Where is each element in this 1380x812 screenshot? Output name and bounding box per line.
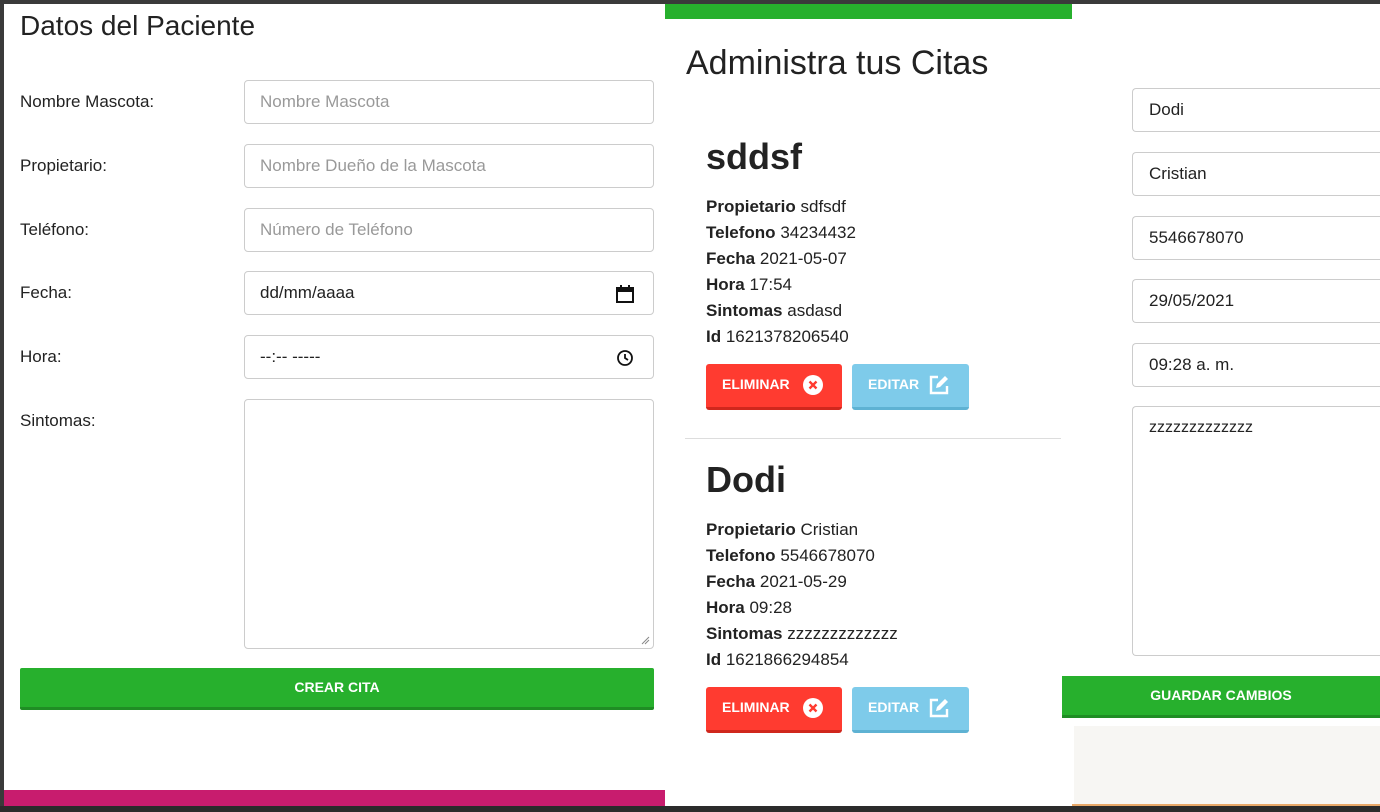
appointment-card: Dodi Propietario Cristian Telefono 55466… bbox=[706, 455, 1046, 733]
date-input[interactable]: dd/mm/aaaa bbox=[244, 271, 654, 315]
pet-name-label: Nombre Mascota: bbox=[20, 92, 155, 111]
appointment-id: Id 1621378206540 bbox=[706, 327, 849, 346]
owner-row: Propietario: Nombre Dueño de la Mascota bbox=[20, 144, 654, 188]
calendar-icon[interactable] bbox=[615, 284, 635, 304]
appointment-date: Fecha 2021-05-07 bbox=[706, 249, 847, 268]
edit-owner-input[interactable]: Cristian bbox=[1132, 152, 1380, 196]
phone-row: Teléfono: Número de Teléfono bbox=[20, 208, 654, 252]
close-circle-icon bbox=[803, 375, 823, 395]
edit-icon bbox=[929, 375, 949, 395]
pink-footer-bar bbox=[4, 790, 665, 806]
edit-button[interactable]: EDITAR bbox=[852, 687, 969, 733]
edit-pet-name-input[interactable]: Dodi bbox=[1132, 88, 1380, 132]
appointment-owner: Propietario sdfsdf bbox=[706, 197, 846, 216]
edit-icon bbox=[929, 698, 949, 718]
symptoms-textarea[interactable] bbox=[244, 399, 654, 649]
appointments-title: Administra tus Citas bbox=[686, 44, 989, 82]
appointment-date: Fecha 2021-05-29 bbox=[706, 572, 847, 591]
resize-grip-icon[interactable] bbox=[640, 635, 650, 645]
edit-symptoms-textarea[interactable]: zzzzzzzzzzzzz bbox=[1132, 406, 1380, 656]
appointment-symptoms: Sintomas zzzzzzzzzzzzz bbox=[706, 624, 898, 643]
appointment-phone: Telefono 34234432 bbox=[706, 223, 856, 242]
appointments-panel: Administra tus Citas sddsf Propietario s… bbox=[665, 4, 1072, 806]
edit-phone-input[interactable]: 5546678070 bbox=[1132, 216, 1380, 260]
appointment-card: sddsf Propietario sdfsdf Telefono 342344… bbox=[706, 132, 1046, 410]
delete-button-label: ELIMINAR bbox=[722, 699, 790, 715]
close-circle-icon bbox=[803, 698, 823, 718]
appointment-symptoms: Sintomas asdasd bbox=[706, 301, 843, 320]
time-input-value: --:-- ----- bbox=[260, 347, 321, 366]
appointment-phone: Telefono 5546678070 bbox=[706, 546, 875, 565]
edit-button[interactable]: EDITAR bbox=[852, 364, 969, 410]
time-input[interactable]: --:-- ----- bbox=[244, 335, 654, 379]
appointment-id: Id 1621866294854 bbox=[706, 650, 849, 669]
symptoms-row: Sintomas: bbox=[20, 399, 654, 649]
owner-input[interactable]: Nombre Dueño de la Mascota bbox=[244, 144, 654, 188]
appointment-time: Hora 09:28 bbox=[706, 598, 793, 617]
form-title: Datos del Paciente bbox=[20, 10, 256, 41]
save-changes-button[interactable]: GUARDAR CAMBIOS bbox=[1062, 676, 1380, 718]
owner-label: Propietario: bbox=[20, 156, 107, 175]
appointment-pet-name: Dodi bbox=[706, 459, 786, 500]
date-row: Fecha: dd/mm/aaaa bbox=[20, 271, 654, 315]
clock-icon[interactable] bbox=[615, 348, 635, 368]
edit-date-input[interactable]: 29/05/2021 bbox=[1132, 279, 1380, 323]
patient-form-panel: Datos del Paciente Nombre Mascota: Nombr… bbox=[4, 4, 665, 790]
background-area bbox=[1074, 726, 1380, 806]
delete-button-label: ELIMINAR bbox=[722, 376, 790, 392]
edit-button-label: EDITAR bbox=[868, 699, 920, 715]
pet-name-input[interactable]: Nombre Mascota bbox=[244, 80, 654, 124]
symptoms-label: Sintomas: bbox=[20, 411, 96, 430]
green-accent-bar bbox=[665, 4, 1072, 19]
appointment-time: Hora 17:54 bbox=[706, 275, 793, 294]
appointment-pet-name: sddsf bbox=[706, 136, 803, 177]
date-label: Fecha: bbox=[20, 283, 72, 302]
pet-name-row: Nombre Mascota: Nombre Mascota bbox=[20, 80, 654, 124]
edit-time-input[interactable]: 09:28 a. m. bbox=[1132, 343, 1380, 387]
edit-form-panel: Dodi Cristian 5546678070 29/05/2021 09:2… bbox=[1062, 4, 1380, 806]
create-appointment-button[interactable]: CREAR CITA bbox=[20, 668, 654, 710]
time-row: Hora: --:-- ----- bbox=[20, 335, 654, 379]
window-frame-bottom bbox=[0, 806, 1380, 812]
delete-button[interactable]: ELIMINAR bbox=[706, 687, 842, 733]
phone-input[interactable]: Número de Teléfono bbox=[244, 208, 654, 252]
edit-button-label: EDITAR bbox=[868, 376, 920, 392]
appointment-separator bbox=[685, 438, 1061, 439]
time-label: Hora: bbox=[20, 347, 62, 366]
date-input-value: dd/mm/aaaa bbox=[260, 283, 355, 302]
phone-label: Teléfono: bbox=[20, 220, 89, 239]
delete-button[interactable]: ELIMINAR bbox=[706, 364, 842, 410]
appointment-owner: Propietario Cristian bbox=[706, 520, 859, 539]
